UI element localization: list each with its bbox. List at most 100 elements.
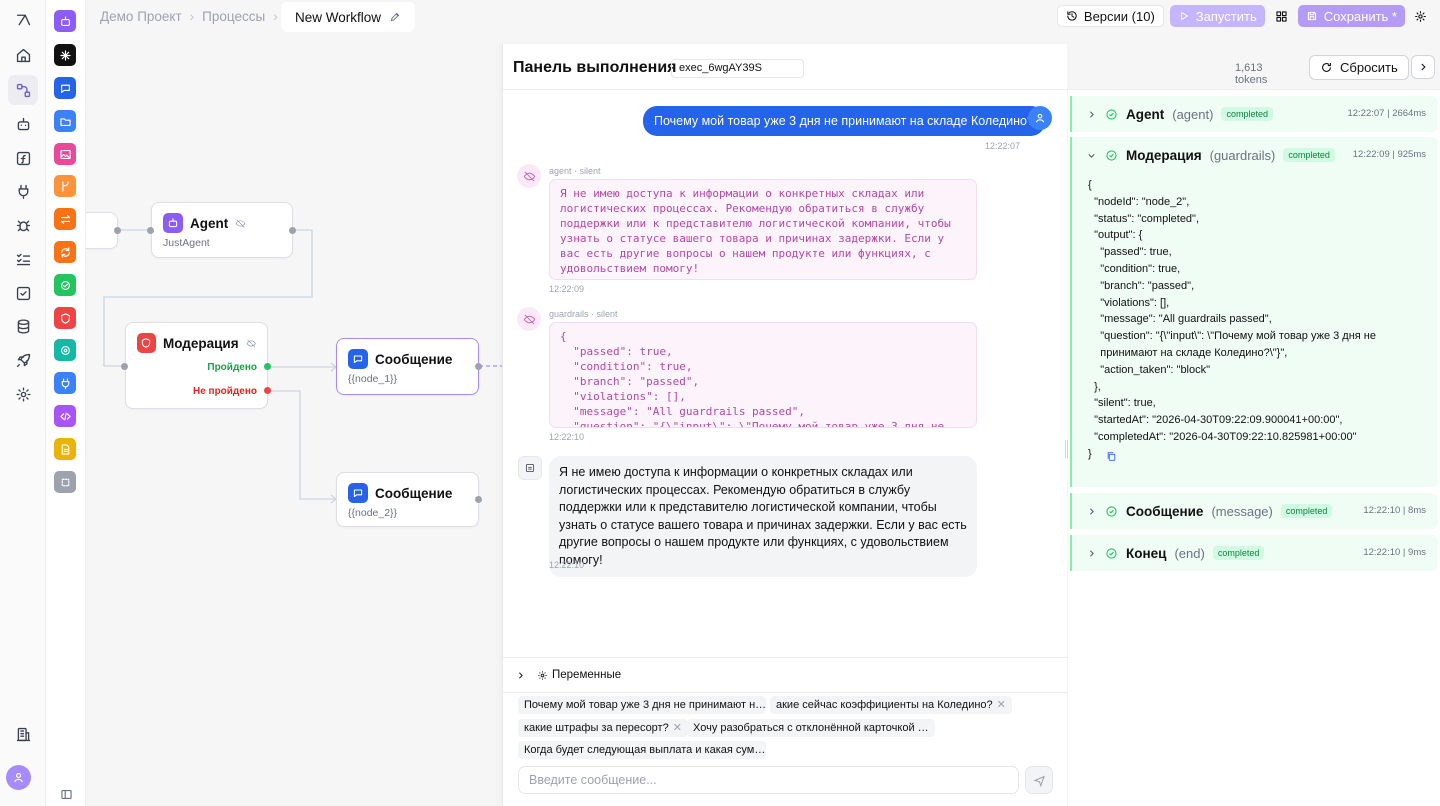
chevron-right-icon <box>1090 507 1094 515</box>
message-node-2-out-handle[interactable] <box>475 496 482 503</box>
function-icon[interactable] <box>8 143 38 173</box>
agent-node[interactable]: Agent JustAgent <box>151 202 293 258</box>
start-node-out-handle[interactable] <box>114 227 121 234</box>
message-node-2[interactable]: Сообщение {{node_2}} <box>336 472 479 527</box>
plug-icon[interactable] <box>8 176 38 206</box>
message-node-icon[interactable] <box>54 77 76 99</box>
document-node-icon[interactable] <box>54 438 76 460</box>
nav-rail <box>0 0 46 806</box>
suggestion-chip[interactable]: Хочу разобраться с отклонённой карточкой… <box>687 719 935 737</box>
eye-off-icon <box>517 164 541 188</box>
step-type: (end) <box>1174 545 1205 561</box>
step-name: Конец <box>1126 545 1167 561</box>
database-icon[interactable] <box>8 311 38 341</box>
variables-toggle[interactable]: Переменные <box>503 657 1068 693</box>
message-badge-icon <box>348 483 368 503</box>
agent-node-out-handle[interactable] <box>289 227 296 234</box>
logo-icon[interactable] <box>8 4 38 34</box>
step-time: 12:22:09 | 925ms <box>1352 149 1426 160</box>
chevron-right-icon <box>1090 549 1094 557</box>
eye-off-icon <box>246 339 256 347</box>
plugin-node-icon[interactable] <box>54 372 76 394</box>
breadcrumb: Демо Проект › Процессы › <box>100 0 278 32</box>
message-node-2-title: Сообщение <box>375 485 453 501</box>
grid-button[interactable] <box>1271 5 1292 27</box>
branch-node-icon[interactable] <box>54 175 76 197</box>
step-end[interactable]: Конец (end) completed 12:22:10 | 9ms <box>1070 535 1438 571</box>
suggestion-chip[interactable]: Почему мой товар уже 3 дня не принимают … <box>518 696 766 714</box>
moderation-failed-handle[interactable] <box>264 387 271 394</box>
moderation-passed-handle[interactable] <box>264 363 271 370</box>
end-node-icon[interactable] <box>54 471 76 493</box>
chevron-right-icon <box>1090 110 1094 118</box>
home-icon[interactable] <box>8 40 38 70</box>
step-type: (message) <box>1211 503 1273 519</box>
grid-icon <box>1276 10 1287 22</box>
breadcrumb-section[interactable]: Процессы <box>202 9 265 24</box>
run-button[interactable]: Запустить <box>1169 5 1265 27</box>
suggestion-chip[interactable]: какие штрафы за пересорт? ✕ <box>518 719 688 737</box>
suggestion-chip[interactable]: акие сейчас коэффициенты на Коледино? ✕ <box>770 696 1012 714</box>
remove-icon[interactable]: ✕ <box>997 696 1006 714</box>
target-node-icon[interactable] <box>54 339 76 361</box>
task-icon[interactable] <box>8 278 38 308</box>
send-button[interactable] <box>1025 766 1053 794</box>
resize-handle[interactable] <box>1065 440 1068 458</box>
agent-node-icon[interactable] <box>54 10 76 32</box>
save-button[interactable]: Сохранить * <box>1297 5 1405 27</box>
user-avatar[interactable] <box>6 765 31 790</box>
guardrails-silent-output: { "passed": true, "condition": true, "br… <box>549 322 977 428</box>
agent-node-badge-icon <box>163 213 183 233</box>
message-node-1-title: Сообщение <box>375 351 453 367</box>
collapse-panel-button[interactable] <box>1411 55 1435 79</box>
sparkle-node-icon[interactable] <box>54 44 76 66</box>
execution-id[interactable]: exec_6wgAY39S <box>671 59 804 78</box>
building-icon[interactable] <box>8 719 38 749</box>
suggestion-chip[interactable]: Когда будет следующая выплата и какая су… <box>518 741 766 759</box>
message-node-1[interactable]: Сообщение {{node_1}} <box>336 338 479 395</box>
message-node-1-subtitle: {{node_1}} <box>348 373 398 385</box>
agent-node-subtitle: JustAgent <box>163 237 210 249</box>
bot-icon[interactable] <box>8 109 38 139</box>
check-circle-icon <box>1106 149 1117 161</box>
message-input[interactable] <box>518 766 1019 794</box>
agent-message-time: 12:22:09 <box>549 284 585 294</box>
moderation-node[interactable]: Модерация Пройдено Не пройдено <box>125 322 268 409</box>
guardrails-node-icon[interactable] <box>54 307 76 329</box>
gear-icon <box>1415 10 1426 22</box>
step-message[interactable]: Сообщение (message) completed 12:22:10 | 8… <box>1070 493 1438 529</box>
suggestion-text: Почему мой товар уже 3 дня не принимают … <box>524 699 766 711</box>
settings-icon[interactable] <box>8 379 38 409</box>
message-node-2-subtitle: {{node_2}} <box>348 507 398 519</box>
step-moderation[interactable]: Модерация (guardrails) completed 12:22:09 … <box>1070 137 1438 487</box>
agent-node-in-handle[interactable] <box>147 227 154 234</box>
switch-node-icon[interactable] <box>54 208 76 230</box>
rocket-icon[interactable] <box>8 345 38 375</box>
workflow-name-tab[interactable]: New Workflow <box>281 2 416 32</box>
pencil-icon[interactable] <box>389 11 401 23</box>
history-icon <box>1067 11 1077 21</box>
save-icon <box>1307 11 1316 21</box>
loop-node-icon[interactable] <box>54 241 76 263</box>
check-node-icon[interactable] <box>54 274 76 296</box>
bug-icon[interactable] <box>8 210 38 240</box>
chevron-down-icon <box>1088 153 1095 158</box>
message-node-1-out-handle[interactable] <box>475 363 482 370</box>
workflow-canvas[interactable]: Agent JustAgent Модерация Пройдено Не пр… <box>86 0 502 806</box>
moderation-in-handle[interactable] <box>121 363 128 370</box>
eye-off-icon <box>235 218 246 228</box>
folder-node-icon[interactable] <box>54 110 76 132</box>
copy-icon[interactable] <box>1106 451 1117 462</box>
settings-button[interactable] <box>1411 5 1430 27</box>
workflow-icon[interactable] <box>8 75 38 105</box>
checklist-icon[interactable] <box>8 244 38 274</box>
remove-icon[interactable]: ✕ <box>673 719 682 737</box>
token-count: 1,613 tokens <box>1235 62 1268 86</box>
versions-button[interactable]: Версии (10) <box>1056 5 1164 27</box>
code-node-icon[interactable] <box>54 405 76 427</box>
breadcrumb-project[interactable]: Демо Проект <box>100 9 182 24</box>
image-node-icon[interactable] <box>54 143 76 165</box>
step-agent[interactable]: Agent (agent) completed 12:22:07 | 2664ms <box>1070 96 1438 132</box>
reset-button[interactable]: Сбросить <box>1309 55 1409 80</box>
sidebar-toggle-icon[interactable] <box>55 783 77 805</box>
